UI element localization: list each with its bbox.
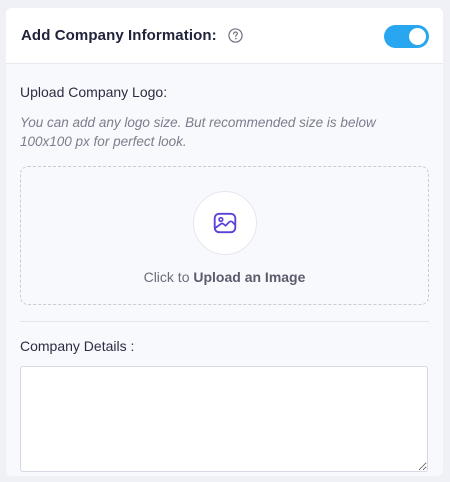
divider xyxy=(20,321,429,322)
logo-upload-dropzone[interactable]: Click to Upload an Image xyxy=(20,166,429,305)
question-circle-icon[interactable] xyxy=(228,28,243,43)
upload-icon-circle xyxy=(192,191,257,255)
upload-text: Click to Upload an Image xyxy=(144,269,306,285)
section-title: Add Company Information: xyxy=(21,27,217,44)
company-info-toggle[interactable] xyxy=(384,25,429,48)
card-body: Upload Company Logo: You can add any log… xyxy=(6,84,443,472)
upload-action[interactable]: Upload an Image xyxy=(193,269,305,285)
toggle-knob xyxy=(409,28,426,45)
logo-hint: You can add any logo size. But recommend… xyxy=(20,115,376,149)
company-details-textarea[interactable] xyxy=(20,366,428,472)
details-label: Company Details : xyxy=(20,338,135,354)
company-info-card: Add Company Information: Upload Company … xyxy=(6,8,443,476)
logo-label: Upload Company Logo: xyxy=(20,84,168,100)
card-header: Add Company Information: xyxy=(6,8,443,64)
upload-prefix: Click to xyxy=(143,269,190,285)
image-icon xyxy=(213,212,236,234)
